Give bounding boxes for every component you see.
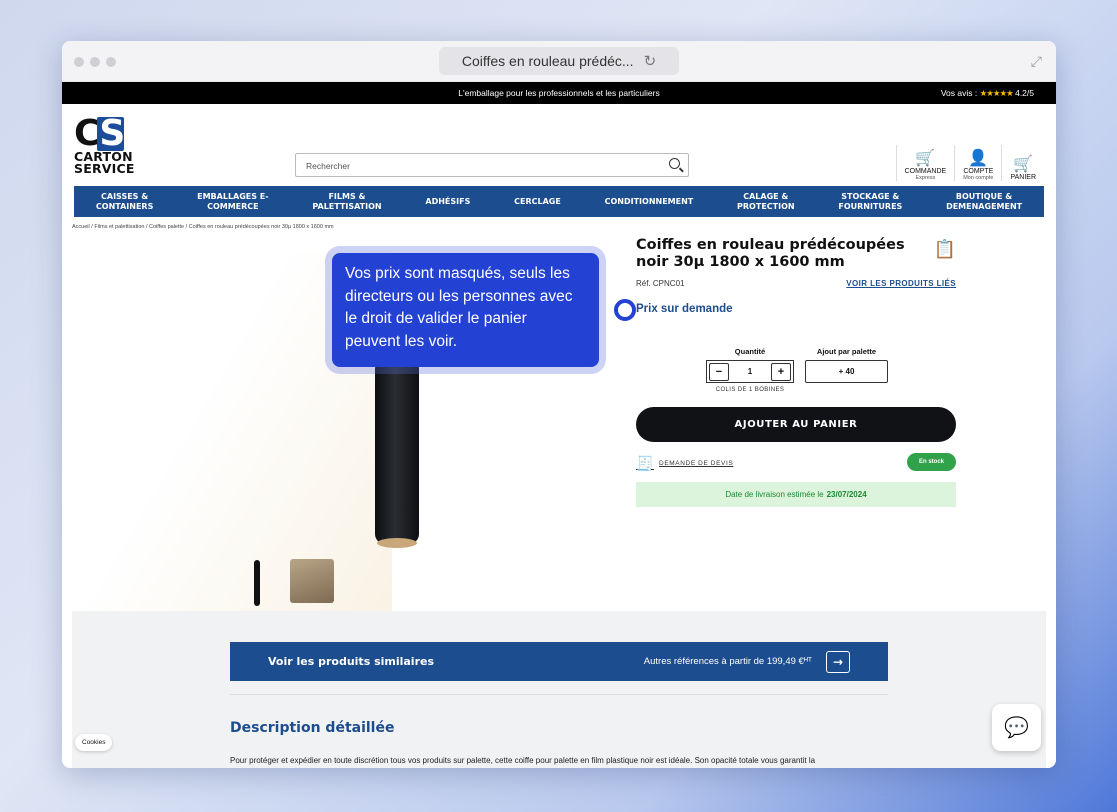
cart-icon: 🛒 — [1013, 156, 1034, 173]
quantity-stepper: − 1 + — [706, 360, 794, 383]
decrement-button[interactable]: − — [709, 362, 729, 381]
tab-title: Coiffes en rouleau prédéc... — [461, 53, 634, 69]
clipboard-icon[interactable]: 📋 — [934, 239, 956, 260]
nav-item-conditionnement[interactable]: CONDITIONNEMENT — [605, 197, 694, 207]
stock-badge: En stock — [906, 453, 956, 471]
rating-value: 4.2/5 — [1015, 88, 1034, 98]
reviews-label: Vos avis : — [940, 88, 978, 98]
delivery-estimate: Date de livraison estimée le 23/07/2024 — [636, 482, 956, 507]
reload-icon[interactable]: ↻ — [644, 52, 657, 70]
expand-icon[interactable]: ⤢ — [1031, 53, 1042, 70]
promo-bar: L'emballage pour les professionnels et l… — [62, 82, 1056, 104]
minimize-dot[interactable] — [90, 57, 100, 67]
description-title: Description détaillée — [230, 720, 395, 736]
nav-item-emballages[interactable]: EMBALLAGES E- COMMERCE — [197, 192, 268, 211]
account-button[interactable]: 👤 COMPTE Mon compte — [954, 145, 1001, 181]
cookies-button[interactable]: Cookies — [75, 734, 113, 751]
product-image[interactable] — [375, 359, 419, 548]
nav-item-adhesifs[interactable]: ADHÉSIFS — [425, 197, 470, 207]
cart-clock-icon: 🛒 — [915, 150, 936, 167]
other-references: Autres références à partir de 199,49 €ᴴᵀ — [643, 656, 812, 667]
tooltip-pointer-ring — [614, 299, 636, 321]
chat-icon[interactable]: 💬 — [992, 704, 1041, 751]
nav-item-cerclage[interactable]: CERCLAGE — [514, 197, 561, 207]
quantity-row: Quantité − 1 + COLIS DE 1 BOBINES Ajout … — [706, 347, 888, 393]
product-info: Coiffes en rouleau prédécoupées noir 30µ… — [636, 237, 956, 507]
search-input[interactable]: Rechercher — [295, 153, 689, 177]
main-nav: CAISSES & CONTAINERS EMBALLAGES E- COMME… — [74, 186, 1044, 217]
quote-label: DEMANDE DE DEVIS — [659, 460, 734, 467]
divider — [230, 694, 888, 695]
logo-line2: SERVICE — [74, 161, 135, 176]
browser-window: Coiffes en rouleau prédéc... ↻ ⤢ L'embal… — [62, 41, 1056, 768]
express-order-sub: Express — [915, 175, 936, 181]
quantity-input[interactable]: 1 — [748, 367, 752, 376]
delivery-date: 23/07/2024 — [826, 490, 867, 499]
user-icon: 👤 — [968, 150, 989, 167]
nav-item-films[interactable]: FILMS & PALETTISATION — [312, 192, 381, 211]
delivery-label: Date de livraison estimée le — [725, 490, 824, 499]
logo-mark: CS — [74, 113, 125, 154]
similar-products-band[interactable]: Voir les produits similaires Autres réfé… — [230, 642, 888, 681]
close-dot[interactable] — [74, 57, 84, 67]
nav-item-stockage[interactable]: STOCKAGE & FOURNITURES — [838, 192, 902, 211]
thumbnail-roll[interactable] — [254, 560, 260, 606]
add-to-cart-button[interactable]: AJOUTER AU PANIER — [636, 407, 956, 442]
nav-item-calage[interactable]: CALAGE & PROTECTION — [737, 192, 795, 211]
pallet-group: Ajout par palette + 40 — [805, 347, 888, 393]
product-title: Coiffes en rouleau prédécoupées noir 30µ… — [636, 237, 905, 270]
add-pallet-button[interactable]: + 40 — [805, 360, 888, 383]
zoom-dot[interactable] — [106, 57, 116, 67]
price-tooltip: Vos prix sont masqués, seuls les directe… — [332, 253, 599, 367]
account-label: COMPTE — [963, 168, 994, 175]
cart-label: PANIER — [1010, 174, 1036, 181]
nav-item-boutique[interactable]: BOUTIQUE & DEMENAGEMENT — [946, 192, 1022, 211]
product-ref-row: Réf. CPNC01 VOIR LES PRODUITS LIÉS — [636, 279, 956, 288]
quote-icon: 🧾 — [636, 455, 655, 471]
search-placeholder: Rechercher — [306, 161, 350, 171]
breadcrumb[interactable]: Accueil / Films et palettisation / Coiff… — [62, 217, 1056, 232]
related-products-link[interactable]: VOIR LES PRODUITS LIÉS — [846, 279, 956, 288]
quote-request-link[interactable]: 🧾 DEMANDE DE DEVIS — [636, 455, 733, 472]
nav-item-caisses[interactable]: CAISSES & CONTAINERS — [96, 192, 153, 211]
header-actions: 🛒 COMMANDE Express 👤 COMPTE Mon compte 🛒 PANI… — [895, 145, 1044, 181]
cart-button[interactable]: 🛒 PANIER — [1001, 145, 1044, 181]
express-order-button[interactable]: 🛒 COMMANDE Express — [895, 145, 955, 181]
pack-size-note: COLIS DE 1 BOBINES — [715, 387, 785, 393]
site-header: CS CARTON SERVICE Rechercher 🛒 COMMANDE Ex… — [62, 104, 1056, 186]
account-sub: Mon compte — [963, 175, 994, 181]
express-order-label: COMMANDE — [904, 168, 947, 175]
product-ref: Réf. CPNC01 — [636, 279, 685, 288]
promo-text: L'emballage pour les professionnels et l… — [458, 88, 660, 98]
browser-toolbar: Coiffes en rouleau prédéc... ↻ ⤢ — [62, 41, 1056, 82]
pallet-label: Ajout par palette — [816, 347, 877, 356]
quantity-group: Quantité − 1 + COLIS DE 1 BOBINES — [706, 347, 794, 393]
search-icon[interactable] — [669, 158, 680, 169]
similar-products-label: Voir les produits similaires — [268, 655, 435, 668]
reviews[interactable]: Vos avis : ★★★★★ 4.2/5 — [941, 88, 1034, 99]
quantity-label: Quantité — [734, 347, 766, 356]
increment-button[interactable]: + — [770, 362, 791, 381]
star-icon: ★★★★★ — [979, 88, 1014, 98]
address-bar[interactable]: Coiffes en rouleau prédéc... ↻ — [439, 47, 679, 75]
thumbnail-pallet[interactable] — [290, 559, 334, 603]
price-on-request: Prix sur demande — [636, 303, 733, 315]
description-text: Pour protéger et expédier en toute discr… — [230, 756, 816, 765]
window-controls — [74, 57, 116, 67]
arrow-right-icon[interactable]: → — [826, 650, 850, 673]
lower-section — [72, 611, 1046, 768]
site-logo[interactable]: CS CARTON SERVICE — [74, 113, 140, 176]
